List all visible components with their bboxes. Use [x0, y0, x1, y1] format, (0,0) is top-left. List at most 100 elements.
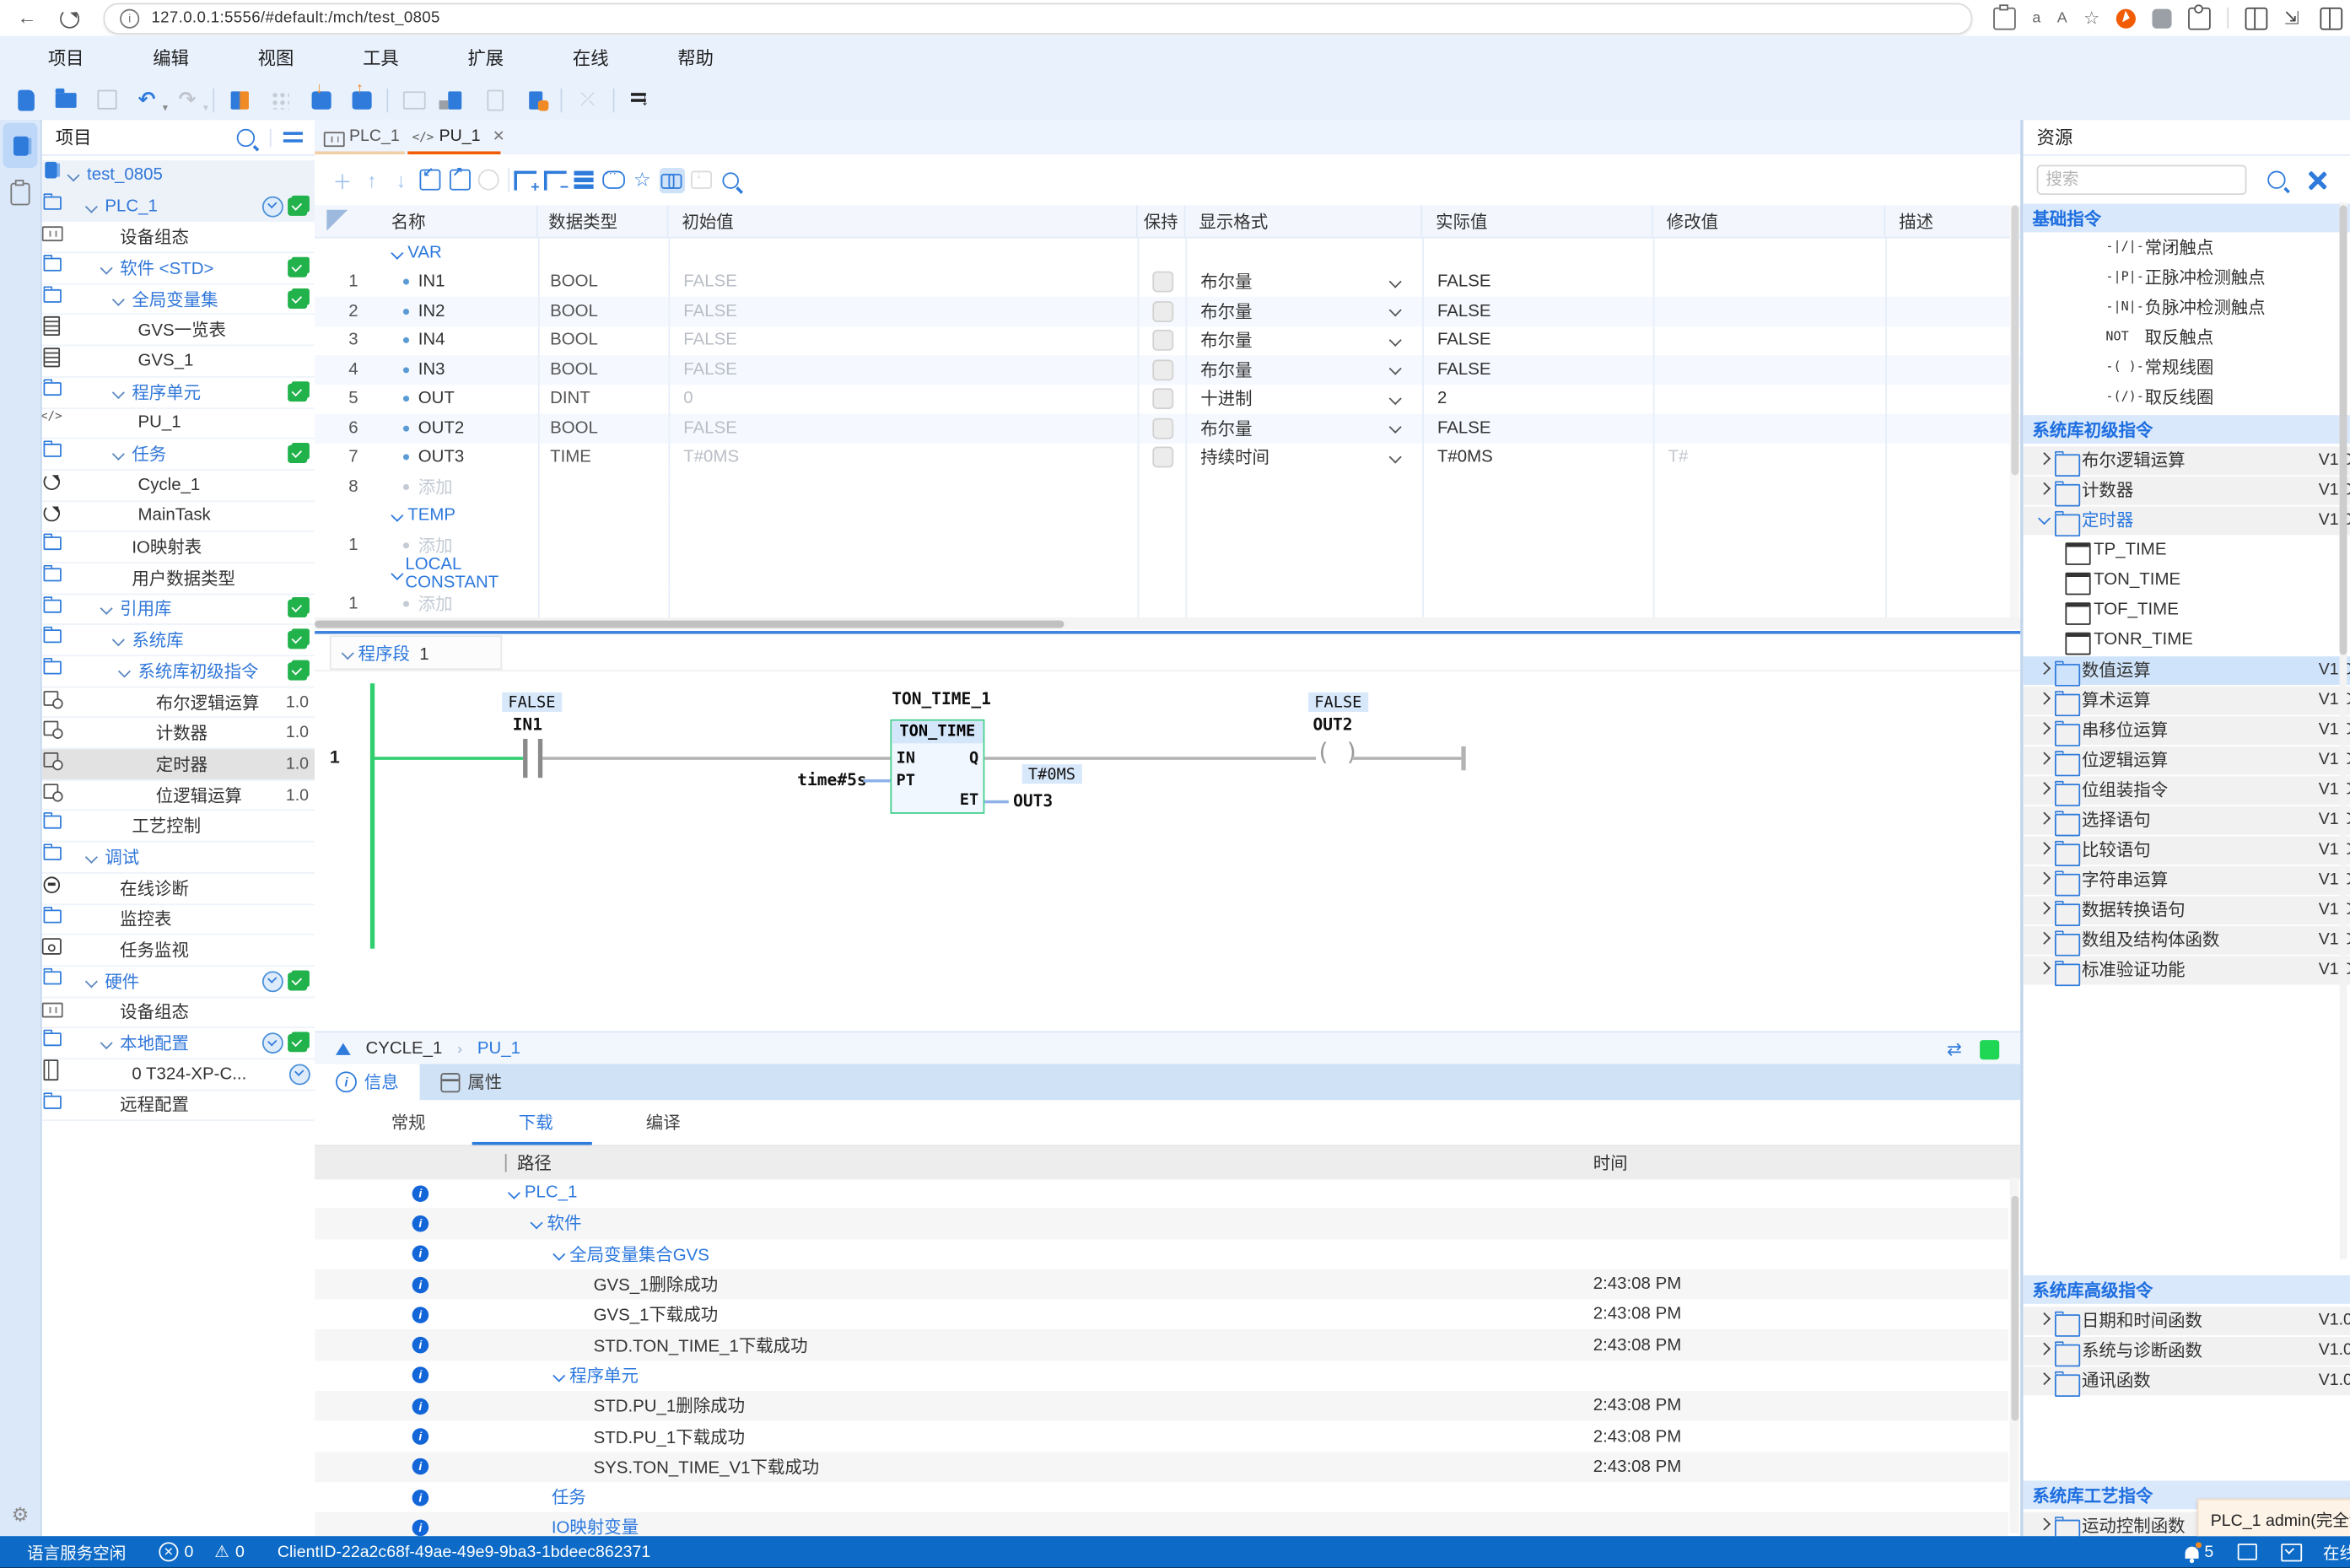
chevron-right-icon[interactable]	[2035, 841, 2053, 859]
variable-name[interactable]: IN4	[418, 331, 445, 349]
chevron-down-icon[interactable]	[110, 538, 128, 556]
chevron-down-icon[interactable]	[135, 725, 153, 742]
tree-item[interactable]: MainTask	[42, 501, 315, 532]
chevron-down-icon[interactable]	[1391, 452, 1401, 462]
description-cell[interactable]	[1887, 531, 2020, 560]
variable-name[interactable]: IN3	[418, 361, 445, 379]
variable-name[interactable]: VAR	[407, 244, 442, 261]
subtab-download[interactable]: 下载	[472, 1111, 600, 1134]
chevron-down-icon[interactable]	[117, 352, 135, 369]
menu-item[interactable]: 工具	[342, 45, 419, 70]
modify-value[interactable]	[1655, 355, 1887, 385]
chevron-down-icon[interactable]	[99, 259, 116, 277]
open-project-icon[interactable]	[51, 84, 81, 115]
chevron-down-icon[interactable]	[84, 197, 102, 215]
variable-name[interactable]: OUT	[418, 390, 455, 407]
instruction-item[interactable]: -|P|- 正脉冲检测触点	[2024, 262, 2350, 293]
library-item[interactable]: TONR_TIME	[2024, 627, 2350, 655]
chevron-down-icon[interactable]	[529, 1215, 547, 1232]
tree-item[interactable]: GVS_1	[42, 347, 315, 378]
select-all-corner[interactable]	[326, 210, 348, 231]
chevron-down-icon[interactable]	[66, 166, 84, 184]
chevron-down-icon[interactable]	[117, 477, 135, 494]
tree-item[interactable]: 工艺控制	[42, 811, 315, 843]
chevron-down-icon[interactable]	[390, 507, 407, 525]
extensions-puzzle-icon[interactable]	[2188, 7, 2211, 30]
library-item[interactable]: 算术运算 V1.0	[2024, 687, 2350, 714]
log-row[interactable]: i 程序单元	[315, 1361, 2008, 1391]
block-instance-name[interactable]: TON_TIME_1	[892, 689, 991, 709]
modify-value[interactable]	[1655, 267, 1887, 297]
sort-download-icon[interactable]	[625, 84, 655, 115]
description-cell[interactable]	[1887, 501, 2020, 531]
library-item[interactable]: 通讯函数 V1.0	[2024, 1366, 2350, 1394]
chevron-right-icon[interactable]	[2035, 661, 2053, 679]
library-item[interactable]: 位组装指令 V1.0	[2024, 776, 2350, 804]
tab-properties[interactable]: 属性	[420, 1064, 524, 1101]
download-disabled-icon[interactable]	[688, 167, 714, 192]
variable-init[interactable]: 0	[670, 385, 1139, 414]
variable-name[interactable]: IN2	[418, 302, 445, 320]
chevron-down-icon[interactable]	[552, 1245, 569, 1263]
chevron-down-icon[interactable]	[1391, 277, 1401, 287]
notifications-bell-icon[interactable]	[2185, 1546, 2198, 1558]
description-cell[interactable]	[1887, 385, 2020, 414]
chevron-down-icon[interactable]	[135, 786, 153, 804]
tree-item[interactable]: 软件 <STD>	[42, 253, 315, 284]
hold-checkbox[interactable]	[1151, 301, 1172, 322]
tab-info[interactable]: i信息	[315, 1064, 419, 1101]
format-dropdown[interactable]	[1187, 589, 1424, 618]
tree-item[interactable]: IO映射表	[42, 532, 315, 563]
variable-name[interactable]: 添加	[418, 591, 453, 615]
chevron-right-icon[interactable]	[2035, 871, 2053, 889]
search-icon[interactable]	[2267, 171, 2285, 189]
collapse-triangle-icon[interactable]	[336, 1043, 351, 1055]
library-item[interactable]: 日期和时间函数 V1.0	[2024, 1307, 2350, 1334]
format-dropdown[interactable]: 十进制	[1187, 385, 1424, 414]
variable-init[interactable]: FALSE	[670, 267, 1139, 297]
log-row[interactable]: i STD.PU_1下载成功 2:43:08 PM	[315, 1421, 2008, 1452]
chevron-down-icon[interactable]	[110, 569, 128, 587]
description-cell[interactable]	[1887, 560, 2020, 590]
variable-init[interactable]	[670, 472, 1139, 502]
tree-item[interactable]: 位逻辑运算 1.0	[42, 780, 315, 811]
chevron-right-icon[interactable]	[2035, 961, 2053, 978]
description-cell[interactable]	[1887, 443, 2020, 472]
log-row[interactable]: i STD.TON_TIME_1下载成功 2:43:08 PM	[315, 1330, 2008, 1361]
move-down-icon[interactable]: ↓	[388, 167, 413, 192]
variable-init[interactable]	[670, 589, 1139, 618]
chevron-down-icon[interactable]	[117, 414, 135, 432]
redo-icon[interactable]: ↷▾	[172, 84, 202, 115]
et-output-var[interactable]: OUT3	[1013, 791, 1053, 811]
chevron-right-icon[interactable]	[2035, 451, 2053, 469]
start-device-icon[interactable]	[520, 84, 551, 115]
modify-value[interactable]	[1655, 472, 1887, 502]
section-basic[interactable]: 基础指令	[2024, 204, 2350, 233]
variable-type[interactable]: BOOL	[540, 355, 671, 385]
format-dropdown[interactable]	[1187, 531, 1424, 560]
hold-checkbox[interactable]	[1151, 330, 1172, 351]
read-aloud-icon[interactable]: A	[2057, 8, 2067, 28]
menu-item[interactable]: 帮助	[656, 45, 734, 70]
online-monitor-icon[interactable]	[2281, 1544, 2302, 1561]
format-dropdown[interactable]: 持续时间	[1187, 443, 1424, 472]
tree-item[interactable]: 设备组态	[42, 223, 315, 254]
chevron-right-icon[interactable]	[2035, 1312, 2053, 1329]
tree-item[interactable]: 全局变量集	[42, 284, 315, 315]
instruction-item[interactable]: -( )- 常规线圈	[2024, 353, 2350, 383]
search-icon[interactable]	[237, 128, 255, 146]
chevron-down-icon[interactable]	[110, 817, 128, 835]
tree-item[interactable]: 本地配置	[42, 1028, 315, 1059]
variable-type[interactable]	[540, 472, 671, 502]
tree-item[interactable]: 计数器 1.0	[42, 719, 315, 750]
move-up-icon[interactable]: ↑	[359, 167, 385, 192]
contact-name[interactable]: IN1	[513, 715, 542, 735]
variable-type[interactable]	[540, 531, 671, 560]
compile-blocks-icon[interactable]	[225, 84, 256, 115]
description-cell[interactable]	[1887, 267, 2020, 297]
chevron-down-icon[interactable]	[99, 941, 116, 959]
log-row[interactable]: i 全局变量集合GVS	[315, 1239, 2008, 1269]
modify-value[interactable]	[1655, 297, 1887, 326]
menu-item[interactable]: 扩展	[447, 45, 525, 70]
hold-checkbox[interactable]	[1151, 389, 1172, 410]
